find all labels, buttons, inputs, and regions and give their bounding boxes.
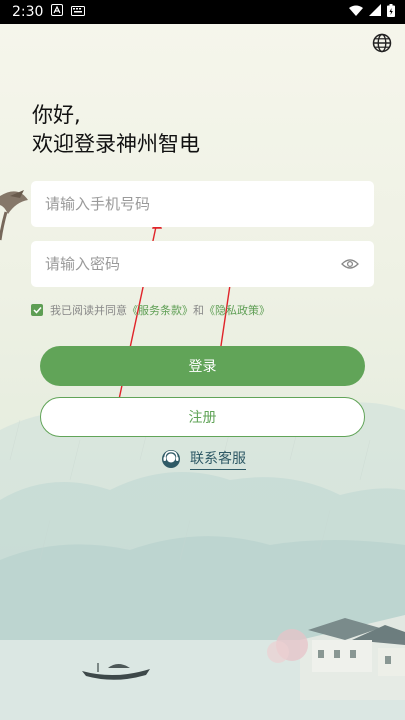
- globe-icon: [372, 33, 392, 53]
- agreement-and: 和: [193, 304, 204, 317]
- eye-icon: [340, 259, 359, 269]
- agreement-prefix: 我已阅读并同意: [50, 304, 127, 317]
- greeting-line-1: 你好,: [32, 103, 81, 127]
- language-button[interactable]: [370, 31, 394, 55]
- agreement-checkbox[interactable]: [31, 304, 43, 316]
- terms-link[interactable]: 《服务条款》: [127, 302, 193, 318]
- contact-service-label: 联系客服: [190, 448, 246, 470]
- signal-icon: [369, 4, 381, 20]
- password-input[interactable]: [45, 255, 340, 273]
- phone-field: [31, 181, 374, 227]
- keyboard-icon: [71, 4, 86, 20]
- contact-service-link[interactable]: 联系客服: [160, 448, 246, 470]
- login-button[interactable]: 登录: [40, 346, 365, 386]
- battery-icon: [387, 3, 395, 21]
- greeting-line-2: 欢迎登录神州智电: [32, 132, 200, 156]
- toggle-password-visibility[interactable]: [339, 253, 360, 275]
- wifi-icon: [349, 4, 363, 20]
- customer-service-icon: [162, 450, 180, 468]
- register-button[interactable]: 注册: [40, 397, 365, 437]
- status-bar: 2:30: [0, 0, 405, 24]
- register-button-label: 注册: [188, 410, 217, 426]
- login-button-label: 登录: [188, 359, 217, 375]
- notification-a-icon: [51, 4, 64, 20]
- status-time: 2:30: [12, 4, 44, 20]
- agreement-row: 我已阅读并同意 《服务条款》 和 《隐私政策》: [31, 302, 270, 318]
- password-field: [31, 241, 374, 287]
- greeting-title: 你好, 欢迎登录神州智电: [32, 101, 200, 159]
- phone-input[interactable]: [45, 195, 360, 213]
- privacy-link[interactable]: 《隐私政策》: [204, 302, 270, 318]
- checkmark-icon: [32, 306, 42, 314]
